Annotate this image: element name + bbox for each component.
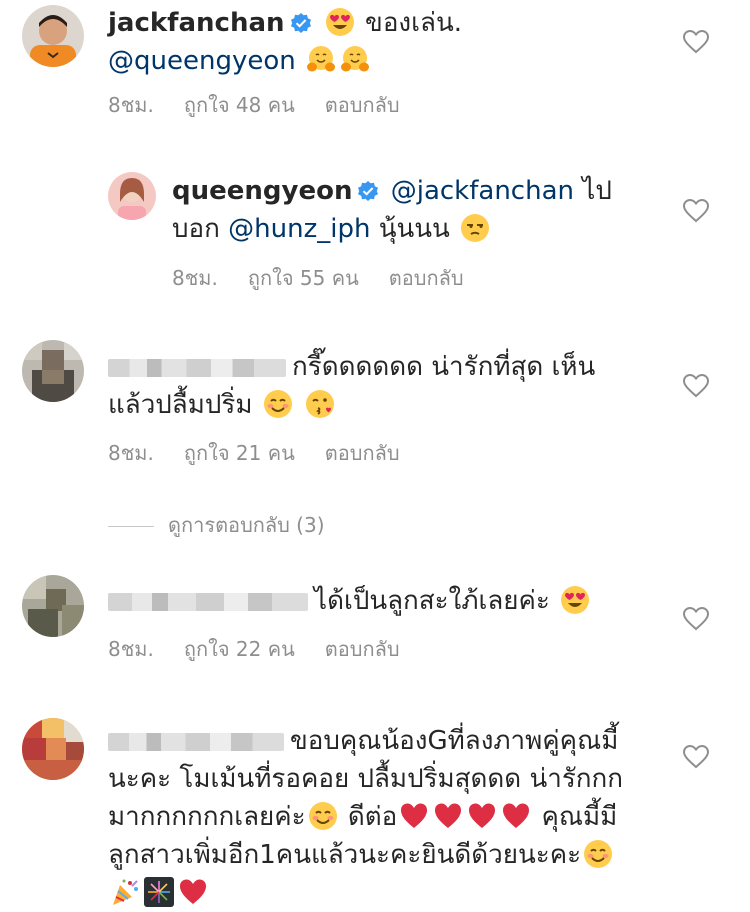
avatar[interactable] [22,718,84,780]
red-heart-emoji-icon [399,801,429,831]
like-count[interactable]: ถูกใจ 48 คน [184,93,295,117]
timestamp: 8ชม. [172,266,218,290]
blush-emoji-icon [263,389,293,419]
comment-body: กรี๊ดดดดดด น่ารักที่สุด เห็น [292,352,596,382]
comment-text: ขอบคุณน้องGที่ลงภาพคู่คุณมี้ นะคะ โมเม้น… [108,722,668,912]
comment-meta: 8ชม. ถูกใจ 22 คน ตอบกลับ [108,636,430,662]
blurred-username[interactable] [108,592,308,611]
kissing-heart-emoji-icon [305,389,335,419]
blush-emoji-icon [583,839,613,869]
avatar[interactable] [22,5,84,67]
view-replies-label[interactable]: ดูการตอบกลับ (3) [168,513,325,537]
username[interactable]: jackfanchan [108,8,285,38]
verified-icon [358,181,378,201]
comment-text: ได้เป็นลูกสะใภ้เลยค่ะ [108,582,668,620]
red-heart-emoji-icon [467,801,497,831]
comment-body: นะคะ โมเม้นที่รอคอย ปลื้มปริ่มสุดดด น่าร… [108,764,624,794]
username[interactable]: queengyeon [172,176,352,206]
mention-link[interactable]: @queengyeon [108,46,296,76]
comment-body: นุ้นนน [378,214,450,244]
comment-body: คุณมี้มี [541,802,618,832]
reply-button[interactable]: ตอบกลับ [325,441,400,465]
like-heart-icon[interactable] [683,199,709,223]
comment-meta: 8ชม. ถูกใจ 48 คน ตอบกลับ [108,92,430,118]
like-count[interactable]: ถูกใจ 22 คน [184,637,295,661]
avatar[interactable] [22,575,84,637]
red-heart-emoji-icon [178,877,208,907]
comment-meta: 8ชม. ถูกใจ 21 คน ตอบกลับ [108,440,430,466]
timestamp: 8ชม. [108,441,154,465]
like-count[interactable]: ถูกใจ 21 คน [184,441,295,465]
like-heart-icon[interactable] [683,374,709,398]
mention-link[interactable]: @hunz_iph [228,214,370,244]
like-heart-icon[interactable] [683,30,709,54]
comment-text: jackfanchan ของเล่น. @queengyeon [108,4,708,80]
timestamp: 8ชม. [108,93,154,117]
hugging-emoji-icon [340,45,370,75]
comment-body: บอก [172,214,220,244]
view-replies-button[interactable]: ดูการตอบกลับ (3) [108,512,325,538]
heart-eyes-emoji-icon [560,585,590,615]
like-heart-icon[interactable] [683,607,709,631]
avatar[interactable] [108,172,156,220]
hugging-emoji-icon [306,45,336,75]
heart-eyes-emoji-icon [325,7,355,37]
like-count[interactable]: ถูกใจ 55 คน [248,266,359,290]
comment-body: ได้เป็นลูกสะใภ้เลยค่ะ [314,586,550,616]
comment-text: queengyeon @jackfanchan ไป บอก @hunz_iph… [172,172,672,248]
red-heart-emoji-icon [433,801,463,831]
like-heart-icon[interactable] [683,745,709,769]
divider [108,526,154,527]
comment-meta: 8ชม. ถูกใจ 55 คน ตอบกลับ [172,265,494,291]
timestamp: 8ชม. [108,637,154,661]
reply-button[interactable]: ตอบกลับ [325,93,400,117]
comment-body: แล้วปลื้มปริ่ม [108,390,253,420]
comment-text: กรี๊ดดดดดด น่ารักที่สุด เห็น แล้วปลื้มปร… [108,348,668,424]
party-popper-emoji-icon [110,877,140,907]
blush-emoji-icon [308,801,338,831]
mention-link[interactable]: @jackfanchan [391,176,574,206]
verified-icon [291,13,311,33]
comment-body: ของเล่น. [365,8,462,38]
blurred-username[interactable] [108,358,286,377]
comment-body: ขอบคุณน้องGที่ลงภาพคู่คุณมี้ [290,726,619,756]
comment-body: ดีต่อ [347,802,398,832]
comment-body: ลูกสาวเพิ่มอีก1คนแล้วนะคะยินดีด้วยนะคะ [108,840,582,870]
fireworks-emoji-icon [144,877,174,907]
comment-body: ไป [582,176,612,206]
blurred-username[interactable] [108,732,284,751]
red-heart-emoji-icon [501,801,531,831]
reply-button[interactable]: ตอบกลับ [325,637,400,661]
unamused-emoji-icon [460,213,490,243]
reply-button[interactable]: ตอบกลับ [389,266,464,290]
avatar[interactable] [22,340,84,402]
comment-body: มากกกกกกเลยค่ะ [108,802,306,832]
